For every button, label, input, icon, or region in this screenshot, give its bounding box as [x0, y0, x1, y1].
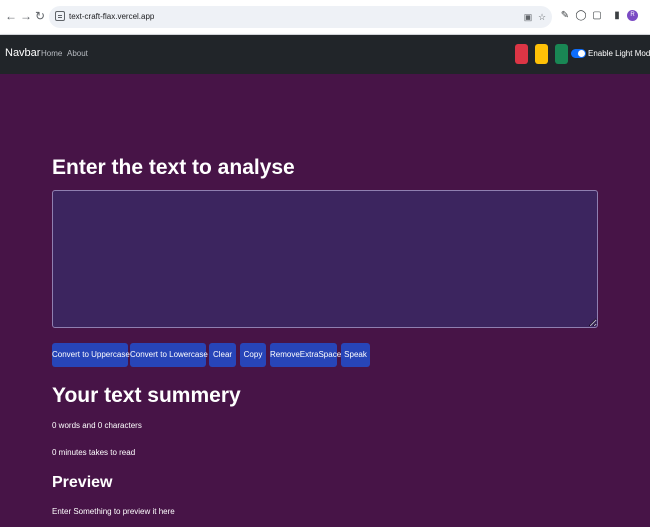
clear-button[interactable]: Clear: [209, 343, 236, 367]
main-content: Enter the text to analyse Convert to Upp…: [0, 74, 650, 527]
browser-toolbar: ← → ↻ text-craft-flax.vercel.app ▣ ☆ ✎ ◯…: [0, 0, 650, 35]
copy-button[interactable]: Copy: [240, 343, 266, 367]
summary-heading: Your text summery: [52, 384, 241, 407]
navbar-brand[interactable]: Navbar: [5, 47, 40, 59]
forward-icon[interactable]: →: [19, 9, 33, 23]
preview-heading: Preview: [52, 474, 113, 491]
translate-icon[interactable]: ▣: [522, 11, 534, 23]
text-input[interactable]: [52, 190, 598, 328]
word-count-text: 0 words and 0 characters: [52, 421, 142, 430]
lowercase-button[interactable]: Convert to Lowercase: [130, 343, 208, 367]
theme-swatch-yellow[interactable]: [535, 44, 548, 64]
nav-link-home[interactable]: Home: [41, 49, 62, 58]
speak-button[interactable]: Speak: [341, 343, 370, 367]
url-text[interactable]: text-craft-flax.vercel.app: [69, 10, 154, 24]
back-icon[interactable]: ←: [4, 9, 18, 23]
remove-extra-space-button[interactable]: RemoveExtraSpace: [270, 343, 341, 367]
page-title: Enter the text to analyse: [52, 156, 295, 179]
uppercase-button[interactable]: Convert to Uppercase: [52, 343, 130, 367]
profile-avatar[interactable]: R: [627, 10, 638, 21]
theme-swatch-red[interactable]: [515, 44, 528, 64]
bookmark-star-icon[interactable]: ☆: [536, 11, 548, 23]
light-mode-label: Enable Light Mode: [588, 49, 650, 58]
preview-text: Enter Something to preview it here: [52, 507, 175, 516]
reload-icon[interactable]: ↻: [33, 9, 47, 23]
light-mode-toggle[interactable]: [571, 49, 586, 58]
theme-swatch-green[interactable]: [555, 44, 568, 64]
toggle-knob: [578, 50, 585, 57]
address-bar[interactable]: text-craft-flax.vercel.app ▣ ☆: [49, 6, 552, 28]
app-navbar: Navbar Home About Enable Light Mode: [0, 35, 650, 74]
pen-extension-icon[interactable]: ✎: [559, 10, 571, 22]
puzzle-icon[interactable]: ▢: [591, 10, 603, 22]
site-info-icon[interactable]: [55, 11, 65, 21]
sidebar-icon[interactable]: ▮: [611, 10, 623, 22]
nav-link-about[interactable]: About: [67, 49, 88, 58]
extension-icon[interactable]: ◯: [575, 10, 587, 22]
read-time-text: 0 minutes takes to read: [52, 448, 136, 457]
